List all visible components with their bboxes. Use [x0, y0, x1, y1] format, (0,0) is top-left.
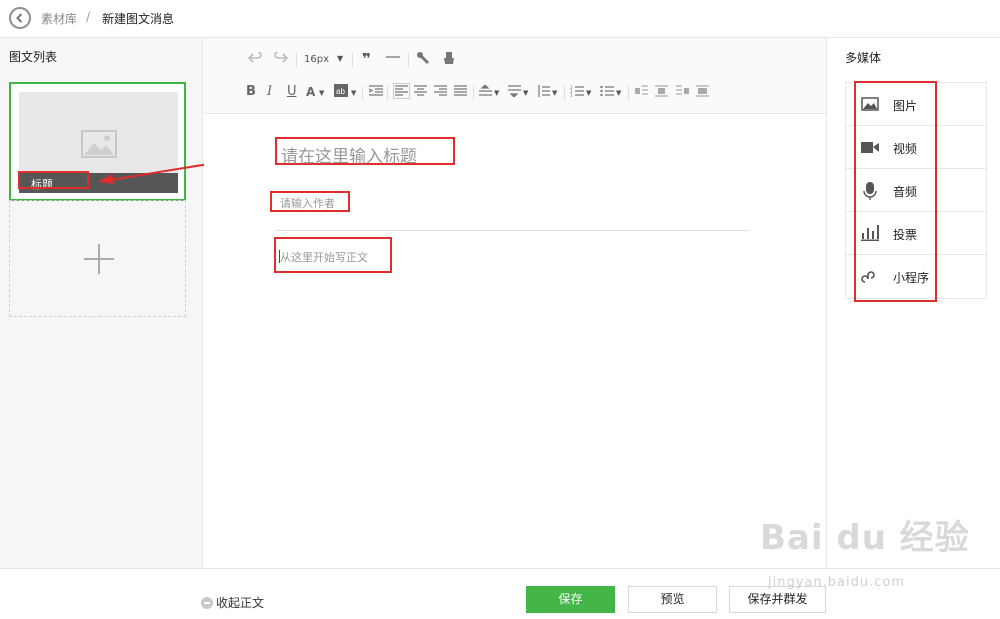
format-painter-icon[interactable]: [416, 51, 430, 65]
card-title-highlight: [18, 171, 89, 189]
undo-icon[interactable]: [248, 52, 262, 64]
breadcrumb-current: 新建图文消息: [102, 12, 175, 26]
align-left-icon[interactable]: [393, 83, 410, 99]
italic-icon[interactable]: I: [267, 84, 272, 100]
horizontal-rule-icon[interactable]: [386, 51, 400, 63]
body-input[interactable]: 从这里开始写正文: [274, 237, 392, 273]
chevron-down-icon[interactable]: ▼: [351, 85, 356, 101]
image-block-icon[interactable]: [696, 85, 709, 97]
bold-icon[interactable]: B: [246, 84, 256, 100]
underline-icon[interactable]: U: [287, 84, 297, 100]
chevron-down-icon[interactable]: ▼: [586, 85, 591, 101]
font-size-select[interactable]: 16px: [304, 52, 329, 68]
media-panel-title: 多媒体: [845, 51, 882, 65]
svg-text:3: 3: [570, 93, 573, 97]
add-article-button[interactable]: [9, 200, 186, 317]
collapse-body-button[interactable]: 收起正文: [201, 594, 264, 611]
line-height-icon[interactable]: [537, 85, 550, 97]
image-float-left-icon[interactable]: [635, 85, 648, 97]
svg-text:ab: ab: [336, 87, 345, 96]
title-input[interactable]: 请在这里输入标题: [275, 137, 455, 167]
article-list-title: 图文列表: [9, 50, 58, 64]
chevron-down-icon[interactable]: ▼: [337, 51, 343, 67]
spacing-after-icon[interactable]: [508, 85, 521, 97]
collapse-label: 收起正文: [216, 596, 265, 610]
ordered-list-icon[interactable]: 123: [570, 85, 584, 97]
save-and-publish-button[interactable]: 保存并群发: [729, 586, 826, 613]
chevron-left-icon: [16, 13, 23, 23]
back-button[interactable]: [9, 7, 31, 29]
indent-icon[interactable]: [369, 85, 383, 97]
minus-circle-icon: [201, 597, 213, 609]
editor-toolbar: 16px ▼ ❞ B I U A ▼ ab ▼ ▼ ▼ ▼ 1 2 3 ▼ ▼: [204, 38, 826, 114]
align-center-icon[interactable]: [414, 85, 427, 97]
editor-area: 16px ▼ ❞ B I U A ▼ ab ▼ ▼ ▼ ▼ 1 2 3 ▼ ▼: [204, 38, 826, 568]
clear-format-icon[interactable]: [442, 51, 456, 65]
save-button[interactable]: 保存: [526, 586, 615, 613]
top-bar: 素材库 / 新建图文消息: [0, 0, 1000, 38]
quote-icon[interactable]: ❞: [362, 51, 371, 67]
watermark-url: jingyan.baidu.com: [768, 575, 905, 590]
align-right-icon[interactable]: [434, 85, 447, 97]
background-color-icon[interactable]: ab: [334, 84, 348, 97]
watermark-logo: Bai du 经验: [760, 518, 970, 558]
chevron-down-icon[interactable]: ▼: [552, 85, 557, 101]
text-caret: [279, 250, 280, 263]
editor-divider: [274, 230, 749, 231]
image-float-right-icon[interactable]: [676, 85, 689, 97]
unordered-list-icon[interactable]: [600, 85, 614, 97]
redo-icon[interactable]: [274, 52, 288, 64]
author-input[interactable]: 请输入作者: [270, 191, 350, 212]
chevron-down-icon[interactable]: ▼: [319, 85, 324, 101]
chevron-down-icon[interactable]: ▼: [523, 85, 528, 101]
breadcrumb-root[interactable]: 素材库: [41, 10, 77, 27]
justify-icon[interactable]: [454, 85, 467, 97]
breadcrumb-separator: /: [86, 10, 91, 24]
image-center-icon[interactable]: [655, 85, 668, 97]
spacing-before-icon[interactable]: [479, 85, 492, 97]
article-list-panel: 图文列表 标题: [0, 38, 203, 568]
chevron-down-icon[interactable]: ▼: [616, 85, 621, 101]
preview-button[interactable]: 预览: [628, 586, 717, 613]
media-highlight: [854, 81, 937, 302]
font-color-icon[interactable]: A: [306, 84, 315, 100]
chevron-down-icon[interactable]: ▼: [494, 85, 499, 101]
